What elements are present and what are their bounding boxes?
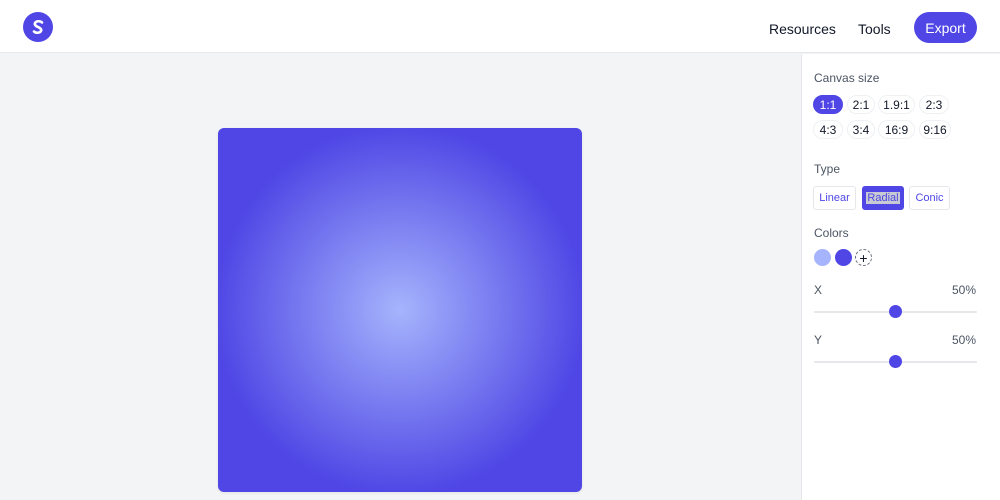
x-slider-track[interactable] [814,305,977,318]
top-bar: Resources Tools Export [0,0,1000,53]
type-linear-button[interactable]: Linear [813,186,856,210]
color-swatch-1[interactable] [814,249,831,266]
canvas-size-option[interactable]: 1:1 [813,95,843,114]
brand-s-logo-icon[interactable] [23,12,53,42]
export-button[interactable]: Export [914,12,977,43]
colors-label: Colors [814,226,849,240]
canvas-size-option[interactable]: 2:1 [847,95,875,114]
settings-panel: Canvas size 1:1 2:1 1.9:1 2:3 4:3 3:4 16… [801,54,1000,500]
canvas-size-option[interactable]: 9:16 [919,120,951,139]
type-conic-label: Conic [915,192,944,204]
x-slider-value: 50% [951,283,976,297]
x-slider-thumb[interactable] [889,305,902,318]
canvas-size-option[interactable]: 2:3 [919,95,949,114]
type-label: Type [814,162,841,176]
nav-tools-link[interactable]: Tools [858,20,891,38]
canvas-size-label: Canvas size [814,71,880,85]
canvas-size-option[interactable]: 3:4 [847,120,875,139]
type-linear-label: Linear [819,192,850,204]
type-radial-button[interactable]: Radial [862,186,904,210]
canvas-size-option[interactable]: 16:9 [878,120,915,139]
gradient-canvas-preview[interactable] [218,128,582,492]
plus-icon[interactable]: + [855,249,872,266]
color-swatch-2[interactable] [835,249,852,266]
canvas-size-option[interactable]: 4:3 [813,120,843,139]
y-slider-track[interactable] [814,355,977,368]
y-slider-value: 50% [951,333,976,347]
type-radial-label: Radial [866,192,900,204]
logo-s-glyph [32,19,44,35]
canvas-size-option[interactable]: 1.9:1 [878,95,915,114]
y-slider-label: Y [814,333,823,347]
x-slider-label: X [814,283,823,297]
type-conic-button[interactable]: Conic [909,186,950,210]
nav-resources-link[interactable]: Resources [769,20,836,38]
canvas-stage [0,54,801,500]
y-slider-thumb[interactable] [889,355,902,368]
